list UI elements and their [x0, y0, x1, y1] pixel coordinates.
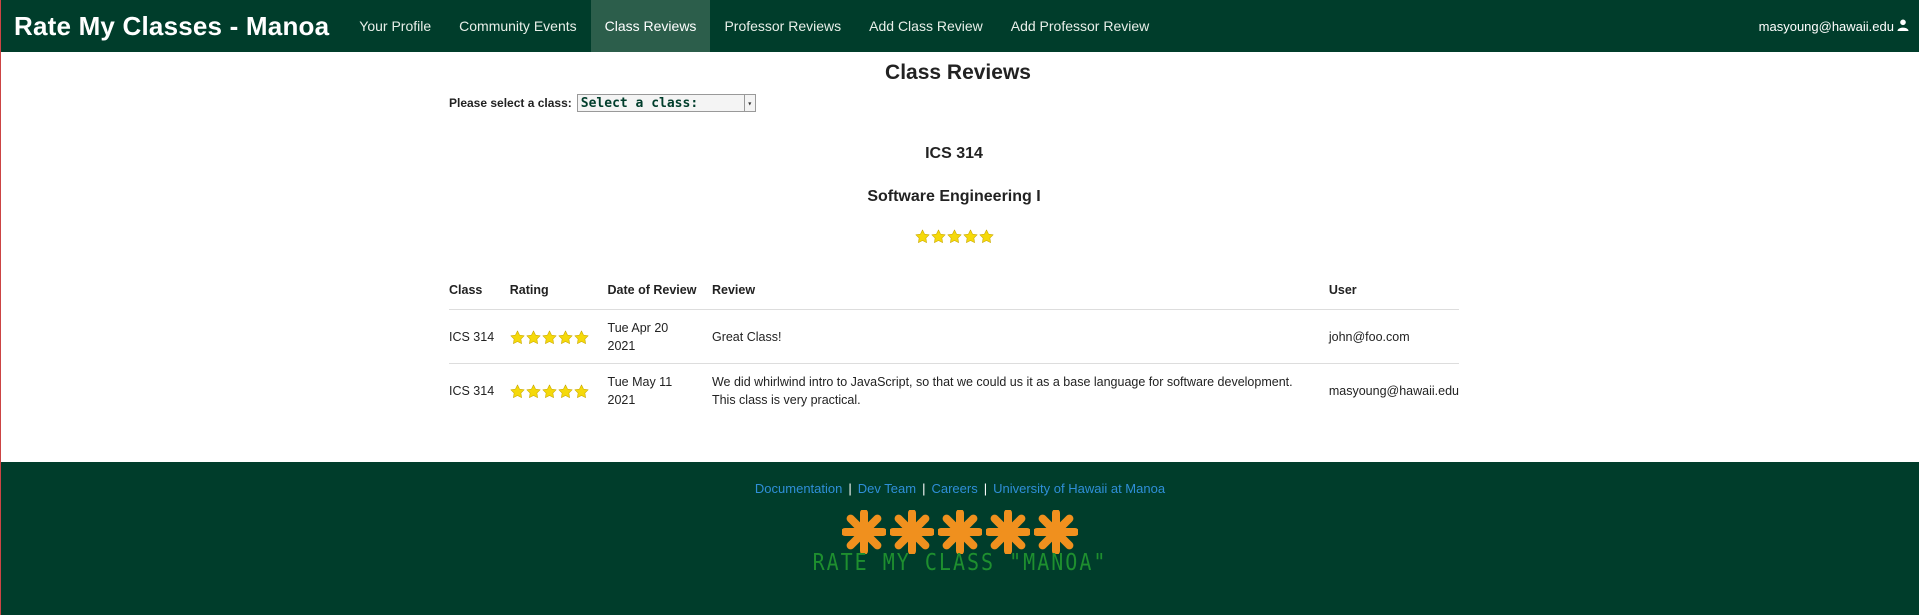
table-row: ICS 314 Tue May 11 2021 We did whirlwind… [449, 364, 1459, 418]
star-icon [558, 384, 573, 398]
star-icon [510, 330, 525, 344]
class-select-row: Please select a class: Select a class: ▾ [449, 94, 1459, 112]
footer-separator: | [983, 481, 988, 496]
rating-stars [510, 330, 608, 345]
footer-links: Documentation | Dev Team | Careers | Universit… [1, 481, 1919, 496]
rating-stars [510, 384, 608, 399]
footer-link-careers[interactable]: Careers [931, 481, 977, 496]
class-code: ICS 314 [925, 145, 983, 162]
brand-title[interactable]: Rate My Classes - Manoa [14, 0, 329, 52]
logo-text: RATE MY CLASS "MANOA" [812, 548, 1108, 576]
star-icon [526, 384, 541, 398]
row-review: We did whirlwind intro to JavaScript, so… [711, 375, 1293, 407]
nav-item-community-events[interactable]: Community Events [445, 0, 590, 52]
row-review: Great Class! [711, 309, 1329, 364]
class-name: Software Engineering I [867, 188, 1041, 205]
reviews-table: Class Rating Date of Review Review User … [449, 277, 1459, 417]
star-icon [931, 229, 945, 243]
star-icon [963, 229, 977, 243]
nav-item-add-class-review[interactable]: Add Class Review [855, 0, 997, 52]
footer: Documentation | Dev Team | Careers | Universit… [1, 462, 1919, 615]
row-user: masyoung@hawaii.edu [1328, 384, 1459, 398]
header-date: Date of Review [607, 277, 712, 310]
nav-item-your-profile[interactable]: Your Profile [345, 0, 445, 52]
table-header-row: Class Rating Date of Review Review User [449, 277, 1459, 310]
footer-separator: | [848, 481, 852, 496]
star-icon [542, 384, 557, 398]
footer-link-dev-team[interactable]: Dev Team [858, 481, 916, 496]
nav-item-add-professor-review[interactable]: Add Professor Review [997, 0, 1164, 52]
nav-item-professor-reviews[interactable]: Professor Reviews [710, 0, 855, 52]
user-icon [1897, 19, 1909, 34]
page-title: Class Reviews [885, 61, 1031, 84]
row-class: ICS 314 [449, 384, 495, 398]
star-icon [510, 384, 525, 398]
star-icon [526, 330, 541, 344]
star-icon [574, 330, 589, 344]
row-rating [509, 309, 608, 364]
footer-separator: | [922, 481, 926, 496]
row-date: Tue Apr 20 2021 [607, 309, 712, 364]
star-icon [947, 229, 961, 243]
star-icon [574, 384, 589, 398]
star-icon [542, 330, 557, 344]
star-icon [979, 229, 993, 243]
star-icon [915, 229, 929, 243]
navbar: Rate My Classes - Manoa Your Profile Com… [1, 0, 1919, 52]
row-class: ICS 314 [449, 309, 510, 364]
nav-item-class-reviews[interactable]: Class Reviews [590, 0, 711, 52]
footer-logo: RATE MY CLASS "MANOA" [1, 510, 1919, 576]
class-select-label: Please select a class: [449, 96, 572, 110]
class-select[interactable]: Select a class: ▾ [576, 94, 756, 112]
table-row: ICS 314 Tue Apr 20 2021 Great Class! joh… [449, 309, 1459, 364]
header-user: User [1328, 277, 1459, 310]
footer-link-documentation[interactable]: Documentation [755, 481, 842, 496]
class-rating [449, 229, 1459, 244]
user-email: masyoung@hawaii.edu [1758, 18, 1894, 34]
header-review: Review [711, 277, 1329, 310]
row-rating [510, 364, 608, 418]
class-select-value: Select a class: [580, 95, 699, 111]
header-rating: Rating [509, 277, 608, 310]
main-content: Class Reviews Please select a class: Sel… [449, 61, 1459, 417]
header-class: Class [449, 277, 510, 310]
row-date: Tue May 11 2021 [607, 375, 673, 407]
chevron-down-icon: ▾ [743, 95, 755, 111]
user-menu[interactable]: masyoung@hawaii.edu [1759, 0, 1919, 52]
star-icon [558, 330, 573, 344]
footer-link-uh-manoa[interactable]: University of Hawaii at Manoa [993, 481, 1165, 496]
row-user: john@foo.com [1328, 309, 1459, 364]
